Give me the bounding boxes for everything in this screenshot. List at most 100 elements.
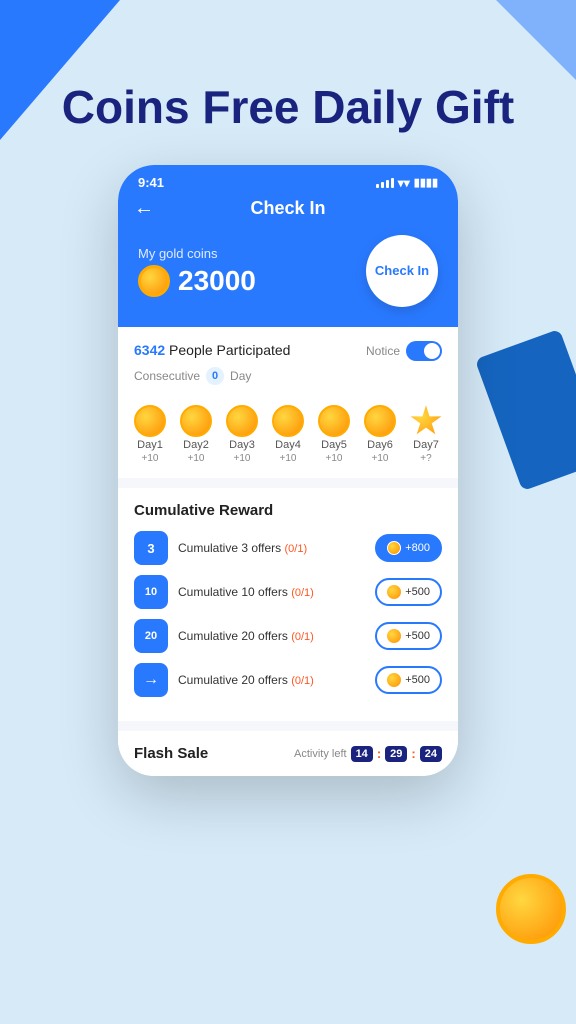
reward-desc-1: Cumulative 3 offers (0/1) bbox=[178, 541, 365, 555]
bg-decoration-coin bbox=[496, 874, 566, 944]
gold-coin-icon bbox=[138, 265, 170, 297]
day6-reward: +10 bbox=[372, 453, 389, 464]
reward-badge-10: 10 bbox=[134, 575, 168, 609]
day1-label: Day1 bbox=[137, 439, 163, 451]
check-in-button[interactable]: Check In bbox=[366, 235, 438, 307]
participation-card: 6342 People Participated Notice Consecut… bbox=[118, 327, 458, 395]
consecutive-row: Consecutive 0 Day bbox=[134, 367, 442, 385]
reward-badge-20a: 20 bbox=[134, 619, 168, 653]
day5-coin-icon bbox=[318, 405, 350, 437]
day6-label: Day6 bbox=[367, 439, 393, 451]
phone-mockup: 9:41 ▾▾ ▮▮▮▮ ← Check In bbox=[0, 165, 576, 776]
coin-info: My gold coins 23000 bbox=[138, 246, 256, 297]
day6-coin-icon bbox=[364, 405, 396, 437]
day7-star-icon bbox=[410, 405, 442, 437]
participation-info: 6342 People Participated bbox=[134, 342, 290, 360]
day-item-4: Day4 +10 bbox=[272, 405, 304, 464]
reward-offers-1: Cumulative 3 offers bbox=[178, 541, 281, 555]
day4-coin-icon bbox=[272, 405, 304, 437]
coin-section: My gold coins 23000 Check In bbox=[118, 227, 458, 307]
status-time: 9:41 bbox=[138, 175, 164, 190]
consecutive-label: Consecutive bbox=[134, 369, 200, 383]
reward-coin-icon-3 bbox=[387, 629, 401, 643]
day-item-5: Day5 +10 bbox=[318, 405, 350, 464]
day-item-3: Day3 +10 bbox=[226, 405, 258, 464]
reward-btn-1[interactable]: +800 bbox=[375, 534, 442, 562]
back-button[interactable]: ← bbox=[134, 197, 154, 220]
day-item-2: Day2 +10 bbox=[180, 405, 212, 464]
time-seconds: 24 bbox=[420, 746, 442, 762]
activity-left-label: Activity left bbox=[294, 748, 347, 760]
reward-amount-3: +500 bbox=[405, 630, 430, 642]
notice-toggle[interactable] bbox=[406, 341, 442, 361]
reward-desc-2: Cumulative 10 offers (0/1) bbox=[178, 585, 365, 599]
notice-row: Notice bbox=[366, 341, 442, 361]
time-sep-1: : bbox=[377, 746, 381, 761]
reward-desc-4: Cumulative 20 offers (0/1) bbox=[178, 673, 365, 687]
coin-value: 23000 bbox=[178, 265, 256, 297]
reward-progress-2: (0/1) bbox=[291, 587, 314, 599]
cumulative-title: Cumulative Reward bbox=[134, 502, 442, 519]
day-item-1: Day1 +10 bbox=[134, 405, 166, 464]
flash-sale-section: Flash Sale Activity left 14 : 29 : 24 bbox=[118, 731, 458, 776]
reward-desc-3: Cumulative 20 offers (0/1) bbox=[178, 629, 365, 643]
day4-label: Day4 bbox=[275, 439, 301, 451]
reward-item-4: → Cumulative 20 offers (0/1) +500 bbox=[134, 663, 442, 697]
day2-coin-icon bbox=[180, 405, 212, 437]
reward-item-1: 3 Cumulative 3 offers (0/1) +800 bbox=[134, 531, 442, 565]
hero-title: Coins Free Daily Gift bbox=[0, 80, 576, 135]
consecutive-days: 0 bbox=[206, 367, 224, 385]
reward-progress-1: (0/1) bbox=[285, 543, 308, 555]
phone-body: 6342 People Participated Notice Consecut… bbox=[118, 327, 458, 776]
reward-offers-2: Cumulative 10 offers bbox=[178, 585, 288, 599]
day7-label: Day7 bbox=[413, 439, 439, 451]
day3-coin-icon bbox=[226, 405, 258, 437]
participation-label: People Participated bbox=[169, 342, 290, 358]
day3-reward: +10 bbox=[234, 453, 251, 464]
reward-coin-icon-1 bbox=[387, 541, 401, 555]
reward-item-3: 20 Cumulative 20 offers (0/1) +500 bbox=[134, 619, 442, 653]
reward-progress-3: (0/1) bbox=[291, 631, 314, 643]
day2-label: Day2 bbox=[183, 439, 209, 451]
reward-coin-icon-2 bbox=[387, 585, 401, 599]
notice-label: Notice bbox=[366, 344, 400, 358]
reward-btn-3[interactable]: +500 bbox=[375, 622, 442, 650]
participation-count: 6342 bbox=[134, 342, 165, 358]
day7-reward: +? bbox=[420, 453, 431, 464]
day1-coin-icon bbox=[134, 405, 166, 437]
day3-label: Day3 bbox=[229, 439, 255, 451]
reward-amount-4: +500 bbox=[405, 674, 430, 686]
reward-amount-1: +800 bbox=[405, 542, 430, 554]
reward-offers-3: Cumulative 20 offers bbox=[178, 629, 288, 643]
nav-bar: ← Check In bbox=[118, 190, 458, 227]
battery-icon: ▮▮▮▮ bbox=[414, 176, 438, 189]
reward-btn-2[interactable]: +500 bbox=[375, 578, 442, 606]
reward-btn-4[interactable]: +500 bbox=[375, 666, 442, 694]
day-item-7: Day7 +? bbox=[410, 405, 442, 464]
reward-progress-4: (0/1) bbox=[291, 675, 314, 687]
day1-reward: +10 bbox=[142, 453, 159, 464]
wifi-icon: ▾▾ bbox=[398, 176, 410, 190]
hero-title-area: Coins Free Daily Gift bbox=[0, 0, 576, 165]
coin-amount-row: 23000 bbox=[138, 265, 256, 297]
day2-reward: +10 bbox=[188, 453, 205, 464]
day4-reward: +10 bbox=[280, 453, 297, 464]
day-item-6: Day6 +10 bbox=[364, 405, 396, 464]
days-row: Day1 +10 Day2 +10 Day3 +10 Day4 +10 bbox=[118, 395, 458, 478]
phone-screen: 9:41 ▾▾ ▮▮▮▮ ← Check In bbox=[118, 165, 458, 776]
signal-icon bbox=[376, 178, 394, 188]
day5-label: Day5 bbox=[321, 439, 347, 451]
time-minutes: 29 bbox=[385, 746, 407, 762]
participation-text: 6342 People Participated bbox=[134, 342, 290, 358]
time-hours: 14 bbox=[351, 746, 373, 762]
time-sep-2: : bbox=[411, 746, 415, 761]
cumulative-section: Cumulative Reward 3 Cumulative 3 offers … bbox=[118, 488, 458, 721]
status-bar: 9:41 ▾▾ ▮▮▮▮ bbox=[118, 165, 458, 190]
coin-label: My gold coins bbox=[138, 246, 256, 261]
reward-offers-4: Cumulative 20 offers bbox=[178, 673, 288, 687]
day5-reward: +10 bbox=[326, 453, 343, 464]
activity-left-row: Activity left 14 : 29 : 24 bbox=[294, 746, 442, 762]
status-icons: ▾▾ ▮▮▮▮ bbox=[376, 176, 438, 190]
reward-item-2: 10 Cumulative 10 offers (0/1) +500 bbox=[134, 575, 442, 609]
participation-row: 6342 People Participated Notice bbox=[134, 341, 442, 361]
